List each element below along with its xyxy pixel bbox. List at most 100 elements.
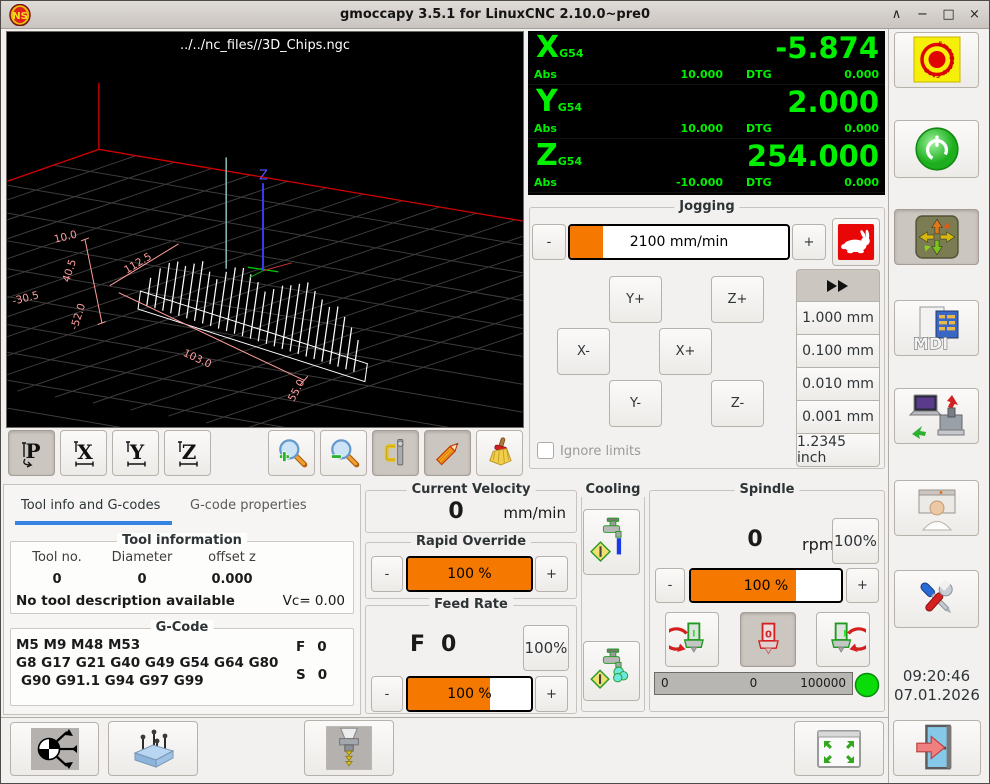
ignore-limits-checkbox[interactable] [537,442,554,459]
dro-axis-z[interactable]: ZG54 254.000 Abs -10.000 DTG 0.000 [528,139,885,193]
col-tool-no: Tool no. [17,550,97,565]
increment-continuous-button[interactable] [796,269,880,302]
svg-text:55.0: 55.0 [286,377,308,403]
view-x-button[interactable]: X [60,430,107,476]
dtg-label: DTG [746,68,772,81]
shade-button[interactable]: ∧ [888,1,905,29]
view-y-button[interactable]: Y [112,430,159,476]
mist-coolant-button[interactable] [583,641,640,701]
tool-dimensions-button[interactable] [372,430,419,476]
jog-y-minus-button[interactable]: Y- [609,380,662,427]
spindle-cw-button[interactable]: I [816,612,870,667]
val-diameter: 0 [99,572,185,587]
feed-value: 0 [441,632,456,657]
svg-text:P: P [25,439,40,463]
setup-button[interactable] [894,570,979,628]
increment-button[interactable]: 0.010 mm [796,368,880,401]
jog-z-minus-button[interactable]: Z- [711,380,764,427]
zoom-in-icon [274,435,310,471]
user-settings-button[interactable] [894,480,979,536]
abs-value: 10.000 [618,122,723,135]
zoom-out-button[interactable] [320,430,367,476]
jog-x-minus-button[interactable]: X- [557,328,610,375]
x-axis-line [263,263,292,271]
view-perspective-button[interactable]: P [8,430,55,476]
flood-coolant-button[interactable] [583,509,640,575]
feed-override-slider[interactable]: 100 % [406,676,533,712]
clock: 09:20:46 07.01.2026 [894,667,979,705]
active-g-codes-1: G8 G17 G21 G40 G49 G54 G64 G80 [16,654,278,672]
rapid-minus-button[interactable]: - [371,556,403,592]
svg-text:I: I [692,628,695,639]
jogging-title: Jogging [674,199,739,214]
maximize-button[interactable]: □ [940,1,957,29]
dtg-value: 0.000 [779,122,879,135]
manual-mode-button[interactable] [894,209,979,265]
mdi-mode-button[interactable]: MDI [894,300,979,356]
clock-date: 07.01.2026 [894,686,979,705]
spindle-ccw-button[interactable]: I [665,612,719,667]
gremlin-preview[interactable]: Z 10.0 40.5 -30.5 -52.0 103.0 55.0 112.5… [6,31,524,428]
tab-gcode-properties[interactable]: G-code properties [184,490,313,520]
active-g-codes-2: G90 G91.1 G94 G97 G99 [16,672,278,690]
touch-off-icon [29,726,81,772]
jog-speed-slider[interactable]: 2100 mm/min [568,224,790,260]
jog-y-plus-button[interactable]: Y+ [609,276,662,323]
tool-change-button[interactable] [304,720,394,776]
abs-label: Abs [534,176,557,189]
spindle-title: Spindle [735,482,800,497]
spindle-range-bar: 0 0 100000 [654,672,853,695]
dtg-label: DTG [746,122,772,135]
dro-panel[interactable]: XG54 -5.874 Abs 10.000 DTG 0.000 YG54 2.… [528,31,885,195]
rapid-override-slider[interactable]: 100 % [406,556,533,592]
spindle-override-slider[interactable]: 100 % [689,568,843,603]
emergency-stop-button[interactable]: Emergency Stop [894,32,979,88]
dro-axis-y[interactable]: YG54 2.000 Abs 10.000 DTG 0.000 [528,85,885,139]
increment-button[interactable]: 1.000 mm [796,302,880,335]
exit-button[interactable] [893,720,981,776]
minimize-button[interactable]: − [914,1,931,29]
current-velocity-value: 0 [426,499,486,524]
rapid-override-title: Rapid Override [411,534,531,549]
jog-z-plus-button[interactable]: Z+ [711,276,764,323]
zoom-in-button[interactable] [268,430,315,476]
svg-text:112.5: 112.5 [122,251,154,277]
svg-text:I: I [843,628,846,639]
fullscreen-button[interactable] [794,721,884,776]
touch-off-button[interactable] [10,722,99,776]
view-z-button[interactable]: Z [164,430,211,476]
increment-button[interactable]: 0.100 mm [796,335,880,368]
spindle-stop-button[interactable]: 0 [740,612,796,667]
jog-speed-minus-button[interactable]: - [532,224,566,260]
feed-minus-button[interactable]: - [371,676,403,712]
close-button[interactable]: × [966,1,983,29]
f-word-value: 0 [317,639,326,655]
rapid-plus-button[interactable]: + [535,556,568,592]
spindle-plus-button[interactable]: + [846,568,879,603]
increment-button[interactable]: 1.2345 inch [796,434,880,467]
jog-x-plus-button[interactable]: X+ [659,328,712,375]
rapid-jog-icon [826,279,850,293]
auto-mode-button[interactable] [894,388,979,444]
svg-text:X: X [77,440,93,464]
jog-arrows-icon [914,214,960,260]
spindle-minus-button[interactable]: - [655,568,685,603]
spindle-ccw-icon: I [669,618,715,662]
gcode-title: G-Code [151,620,214,635]
turtle-rabbit-toggle-button[interactable] [832,218,880,266]
feed-plus-button[interactable]: + [535,676,568,712]
tool-notebook: Tool info and G-codes G-code properties … [3,484,361,715]
tab-tool-info[interactable]: Tool info and G-codes [15,490,166,520]
tool-information-frame: Tool information Tool no. Diameter offse… [10,541,354,614]
axis-letter: X [536,30,559,65]
clear-plot-button[interactable] [476,430,523,476]
feed-reset-button[interactable]: 100% [523,625,569,671]
jog-speed-plus-button[interactable]: + [792,224,826,260]
spindle-rpm-value: 0 [730,527,780,552]
spindle-reset-button[interactable]: 100% [832,518,879,564]
increment-button[interactable]: 0.001 mm [796,401,880,434]
draw-dimensions-button[interactable] [424,430,471,476]
dro-axis-x[interactable]: XG54 -5.874 Abs 10.000 DTG 0.000 [528,31,885,85]
touch-plate-button[interactable] [108,721,198,776]
machine-on-button[interactable] [894,120,979,178]
